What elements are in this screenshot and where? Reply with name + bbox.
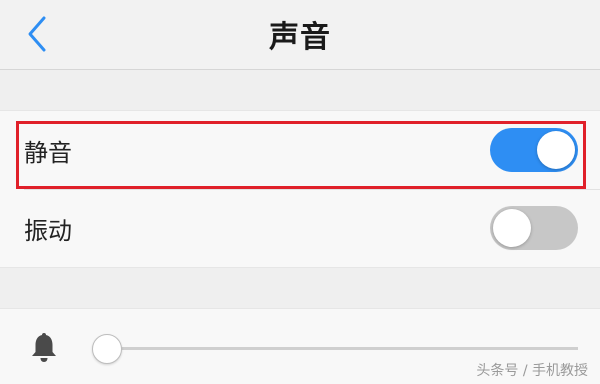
vibrate-label: 振动 [24, 217, 72, 245]
sound-settings-screen: 声音 静音 振动 头条号 / 手机教授 [0, 0, 600, 384]
mute-row[interactable]: 静音 [0, 111, 600, 190]
header-bar: 声音 [0, 0, 600, 70]
slider-track [106, 347, 578, 350]
vibrate-toggle[interactable] [490, 206, 578, 250]
watermark-text: 头条号 / 手机教授 [476, 363, 588, 379]
toggle-knob [493, 209, 531, 247]
volume-slider[interactable] [92, 333, 578, 364]
toggle-settings-group: 静音 振动 [0, 110, 600, 268]
slider-thumb[interactable] [92, 334, 122, 364]
bell-icon [32, 333, 56, 362]
highlight-annotation [16, 121, 586, 189]
page-title: 声音 [269, 20, 331, 55]
vibrate-row[interactable]: 振动 [0, 189, 600, 267]
